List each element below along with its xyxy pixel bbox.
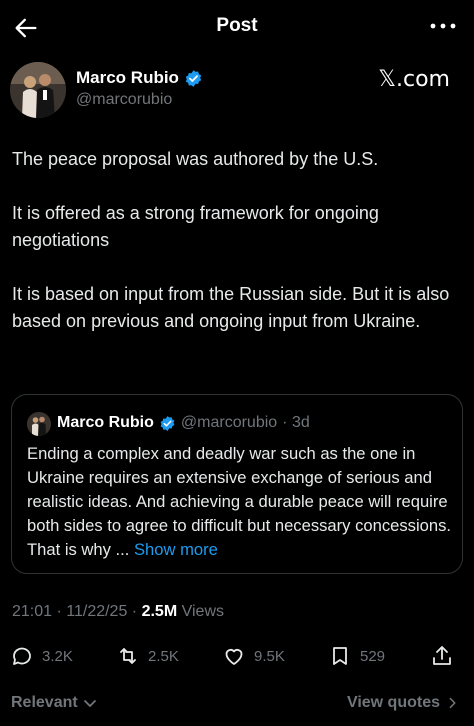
chevron-down-icon <box>83 700 96 707</box>
show-more-link[interactable]: Show more <box>134 540 218 559</box>
quoted-body: Ending a complex and deadly war such as … <box>27 444 451 559</box>
page-title: Post <box>216 15 258 36</box>
bookmark-icon <box>333 647 347 665</box>
share-button[interactable] <box>430 644 454 668</box>
quoted-avatar <box>27 412 51 436</box>
view-quotes-label: View quotes <box>346 694 440 711</box>
sort-label: Relevant <box>11 694 78 711</box>
post-meta: 21:01 · 11/22/25 · 2.5M Views <box>12 603 224 621</box>
author-row: Marco Rubio @marcorubio 𝕏.com <box>0 58 474 120</box>
repost-icon <box>120 648 136 664</box>
post-paragraph: It is offered as a strong framework for … <box>12 203 379 250</box>
post-datetime: 21:01 · 11/22/25 · <box>12 603 142 620</box>
repost-button[interactable]: 2.5K <box>116 644 179 668</box>
avatar-image <box>10 62 66 118</box>
quoted-post[interactable]: Marco Rubio @marcorubio · 3d Ending a co… <box>11 394 463 574</box>
reply-count: 3.2K <box>42 647 73 665</box>
view-quotes-link[interactable]: View quotes <box>347 694 460 712</box>
action-bar: 3.2K 2.5K 9.5K 529 <box>0 640 474 672</box>
post-text: The peace proposal was authored by the U… <box>12 146 460 362</box>
post-paragraph: It is based on input from the Russian si… <box>12 284 450 331</box>
avatar[interactable] <box>10 62 66 118</box>
quoted-author-handle: @marcorubio <box>180 414 278 431</box>
source-label: 𝕏.com <box>378 67 450 92</box>
replies-footer: Relevant View quotes <box>0 690 474 720</box>
view-count[interactable]: 2.5M <box>142 603 178 620</box>
verified-icon <box>160 415 175 431</box>
more-button[interactable] <box>428 14 458 38</box>
views-label: Views <box>181 603 224 620</box>
quoted-timestamp: · 3d <box>282 414 310 431</box>
bookmark-button[interactable]: 529 <box>328 644 385 668</box>
reply-button[interactable]: 3.2K <box>10 644 73 668</box>
quoted-text: Ending a complex and deadly war such as … <box>27 442 455 562</box>
bookmark-count: 529 <box>360 647 386 665</box>
repost-count: 2.5K <box>148 647 179 665</box>
post-paragraph: The peace proposal was authored by the U… <box>12 149 379 169</box>
verified-icon <box>185 69 202 87</box>
like-count: 9.5K <box>254 647 285 665</box>
author-handle[interactable]: @marcorubio <box>76 91 172 109</box>
quoted-header: Marco Rubio @marcorubio · 3d <box>57 414 310 432</box>
like-button[interactable]: 9.5K <box>222 644 285 668</box>
top-bar: Post <box>0 0 474 54</box>
quoted-avatar-image <box>27 412 51 436</box>
reply-icon <box>13 647 31 665</box>
sort-dropdown[interactable]: Relevant <box>11 694 98 712</box>
author-name[interactable]: Marco Rubio <box>76 68 179 88</box>
chevron-right-icon <box>449 697 456 709</box>
author-name-row[interactable]: Marco Rubio <box>76 68 203 88</box>
share-icon <box>433 646 451 665</box>
quoted-author-name: Marco Rubio <box>57 414 154 431</box>
more-icon <box>430 23 456 29</box>
like-icon <box>225 649 243 665</box>
